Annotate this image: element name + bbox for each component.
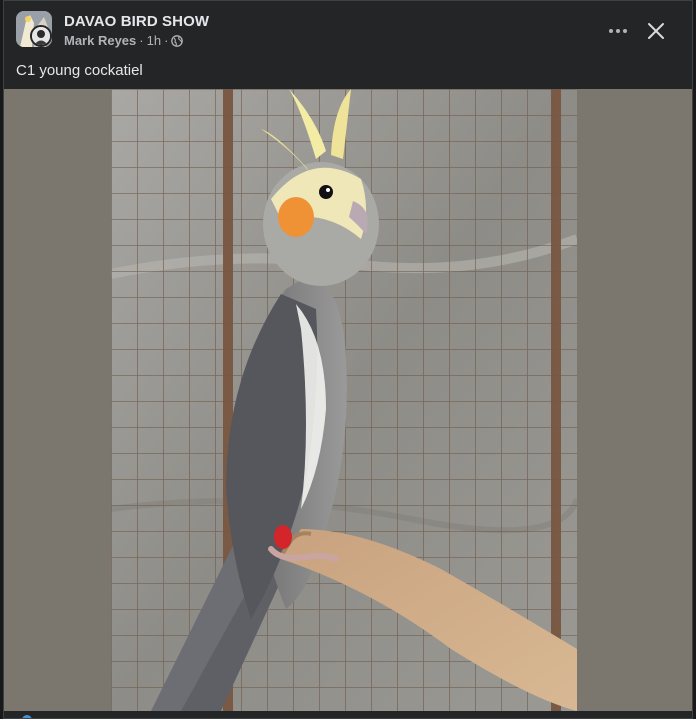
post-photo (111, 89, 577, 711)
meta-separator-2: · (164, 33, 169, 48)
author-avatar[interactable] (30, 25, 52, 47)
close-button[interactable] (640, 15, 672, 47)
status-dot-icon (22, 715, 32, 718)
post-meta: Mark Reyes · 1h · (64, 33, 184, 48)
close-icon (648, 23, 664, 39)
post-dialog: DAVAO BIRD SHOW Mark Reyes · 1h · C1 you… (3, 0, 693, 719)
post-header: DAVAO BIRD SHOW Mark Reyes · 1h · (4, 1, 692, 59)
author-name[interactable]: Mark Reyes (64, 33, 136, 48)
post-caption: C1 young cockatiel (16, 62, 143, 79)
more-horizontal-icon (609, 29, 627, 33)
post-time[interactable]: 1h (147, 33, 161, 48)
footer-strip (4, 711, 692, 718)
group-name[interactable]: DAVAO BIRD SHOW (64, 13, 209, 30)
photo-container[interactable] (4, 89, 692, 711)
meta-separator: · (139, 33, 144, 48)
more-options-button[interactable] (604, 17, 632, 45)
globe-icon (171, 34, 184, 47)
